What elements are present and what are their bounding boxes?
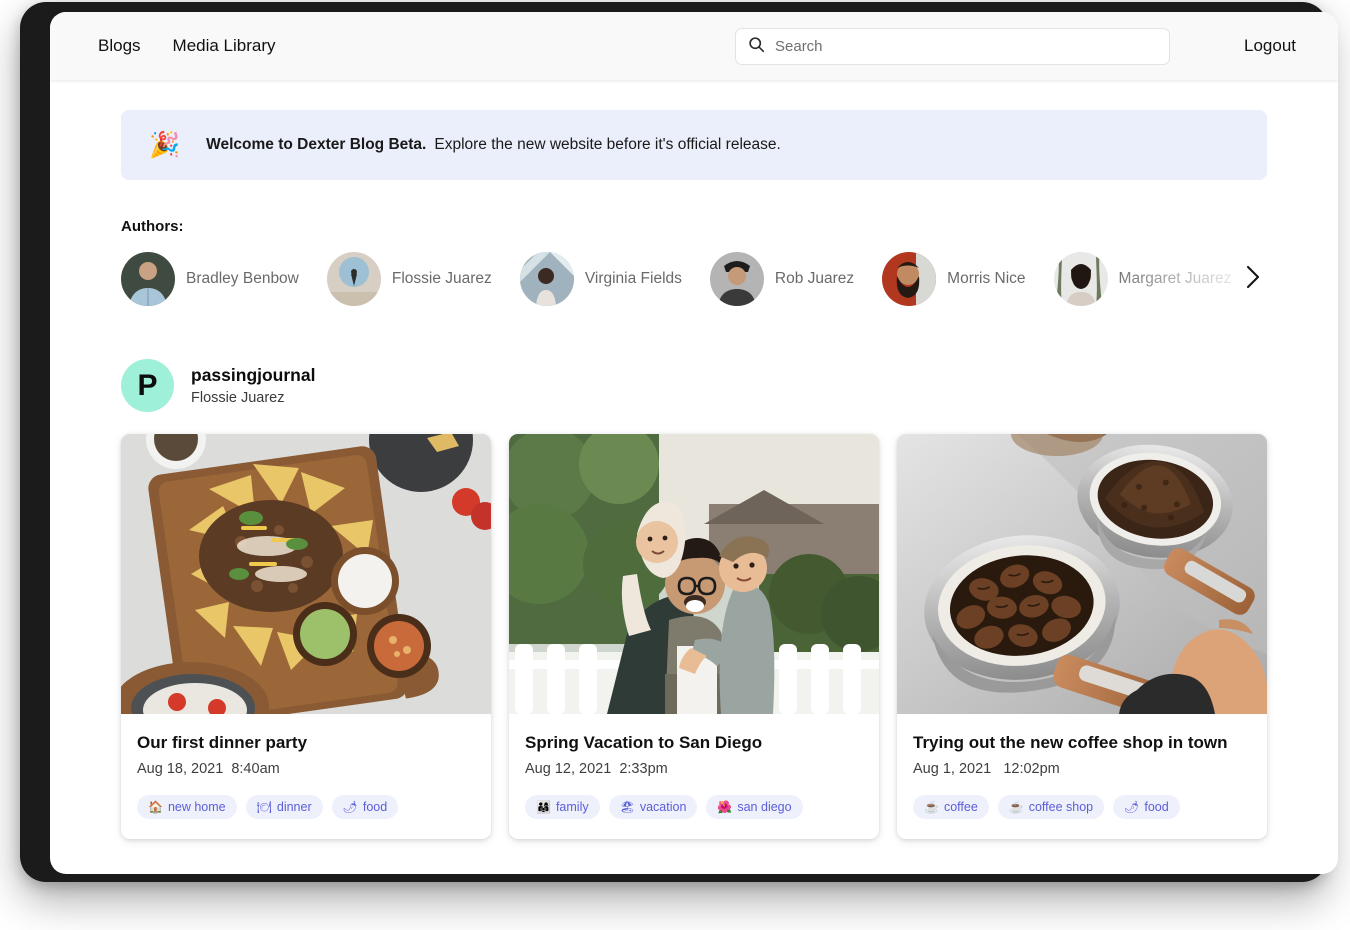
post-tag-list: 🏠 new home 🍽 dinner 🌶 food	[137, 795, 475, 820]
post-title: Our first dinner party	[137, 733, 308, 752]
author-name: Margaret Juarez	[1118, 270, 1232, 287]
tag-emoji-icon: ☕	[924, 800, 939, 815]
post-card[interactable]: Our first dinner party Aug 18, 2021 8:40…	[121, 434, 491, 840]
author-name: Rob Juarez	[774, 270, 855, 287]
banner-title: Welcome to Dexter Blog Beta.	[206, 136, 427, 153]
authors-label: Authors:	[121, 218, 184, 235]
post-date: Aug 12, 2021 2:33pm	[525, 761, 863, 777]
search-input[interactable]	[775, 38, 1157, 55]
post-tag[interactable]: 🏖 vacation	[608, 795, 698, 820]
tag-label: dinner	[276, 800, 312, 815]
author-item[interactable]: Flossie Juarez	[326, 252, 520, 306]
authors-scroll-container[interactable]: Bradley Benbow Flossie Juarez Virginia F…	[121, 252, 1267, 306]
author-item[interactable]: Margaret Juarez	[1053, 252, 1260, 306]
avatar	[326, 252, 381, 306]
author-name: Bradley Benbow	[186, 270, 299, 287]
tag-emoji-icon: 🏖	[619, 800, 635, 815]
blog-header[interactable]: P passingjournal Flossie Juarez	[121, 359, 1267, 412]
avatar	[519, 252, 574, 306]
post-time-value: 12:02pm	[1003, 761, 1060, 778]
top-navigation-bar: Blogs Media Library Logout	[50, 12, 1338, 80]
avatar	[882, 252, 937, 306]
post-card[interactable]: Spring Vacation to San Diego Aug 12, 202…	[509, 434, 879, 840]
tag-emoji-icon: 👨‍👩‍👧	[536, 800, 551, 815]
post-date-value: Aug 1, 2021	[913, 761, 992, 778]
browser-viewport: Blogs Media Library Logout 🎉	[50, 12, 1338, 874]
tag-label: coffee	[943, 800, 978, 815]
post-tag[interactable]: ☕ coffee	[913, 795, 989, 820]
post-card-body: Spring Vacation to San Diego Aug 12, 202…	[509, 714, 879, 839]
post-card-body: Trying out the new coffee shop in town A…	[897, 714, 1267, 839]
tag-emoji-icon: 🍽	[256, 800, 272, 815]
post-tag[interactable]: 🍽 dinner	[245, 795, 323, 820]
logout-button[interactable]: Logout	[1244, 36, 1296, 56]
tag-label: family	[555, 800, 589, 815]
banner-text: Welcome to Dexter Blog Beta. Explore the …	[206, 136, 781, 154]
author-item[interactable]: Morris Nice	[882, 252, 1053, 306]
post-card[interactable]: Trying out the new coffee shop in town A…	[897, 434, 1267, 840]
browser-window-frame: Blogs Media Library Logout 🎉	[20, 2, 1338, 882]
post-image-coffee	[897, 434, 1267, 714]
search-icon	[748, 36, 765, 58]
search-box[interactable]	[735, 28, 1170, 65]
tag-label: vacation	[639, 800, 687, 815]
authors-row: Bradley Benbow Flossie Juarez Virginia F…	[121, 249, 1267, 309]
post-card-body: Our first dinner party Aug 18, 2021 8:40…	[121, 714, 491, 839]
tag-label: coffee shop	[1028, 800, 1094, 815]
nav-item-media-library[interactable]: Media Library	[173, 36, 276, 56]
banner-message: Explore the new website before it's offi…	[434, 136, 781, 153]
nav-links: Blogs Media Library	[98, 36, 276, 56]
author-name: Virginia Fields	[584, 270, 682, 287]
post-title: Trying out the new coffee shop in town	[913, 733, 1228, 752]
post-tag[interactable]: 👨‍👩‍👧 family	[525, 795, 600, 820]
tag-label: san diego	[737, 800, 792, 815]
post-image-family	[509, 434, 879, 714]
post-tag[interactable]: 🌶 food	[1113, 795, 1180, 820]
post-card-list: Our first dinner party Aug 18, 2021 8:40…	[121, 434, 1267, 840]
author-name: Morris Nice	[947, 270, 1026, 287]
tag-emoji-icon: 🌶	[342, 800, 358, 815]
blog-meta: passingjournal Flossie Juarez	[191, 365, 315, 406]
nav-item-blogs[interactable]: Blogs	[98, 36, 141, 56]
avatar	[121, 252, 175, 306]
post-tag[interactable]: 🌺 san diego	[706, 795, 803, 820]
page-content: 🎉 Welcome to Dexter Blog Beta. Explore th…	[50, 110, 1338, 840]
post-title: Spring Vacation to San Diego	[525, 733, 763, 752]
post-date: Aug 1, 2021 12:02pm	[913, 761, 1251, 777]
author-item[interactable]: Virginia Fields	[519, 252, 710, 306]
post-tag[interactable]: ☕ coffee shop	[997, 795, 1105, 820]
post-image-nachos	[121, 434, 491, 714]
avatar	[1053, 252, 1108, 306]
tag-emoji-icon: ☕	[1008, 800, 1024, 815]
authors-next-button[interactable]	[1239, 259, 1267, 299]
chevron-right-icon	[1244, 264, 1262, 295]
author-item[interactable]: Bradley Benbow	[121, 252, 327, 306]
tag-emoji-icon: 🌶	[1124, 800, 1140, 815]
tag-label: food	[1144, 800, 1169, 815]
post-time-value: 2:33pm	[619, 761, 668, 778]
tag-emoji-icon: 🌺	[717, 800, 733, 815]
post-date: Aug 18, 2021 8:40am	[137, 761, 475, 777]
avatar	[709, 252, 764, 306]
tag-label: food	[362, 800, 388, 815]
party-popper-icon: 🎉	[149, 130, 181, 159]
author-item[interactable]: Rob Juarez	[709, 252, 882, 306]
blog-author: Flossie Juarez	[191, 390, 285, 406]
post-time-value: 8:40am	[231, 761, 280, 778]
post-tag[interactable]: 🌶 food	[331, 795, 399, 820]
blog-title: passingjournal	[191, 365, 316, 385]
author-name: Flossie Juarez	[391, 270, 492, 287]
post-tag-list: 👨‍👩‍👧 family 🏖 vacation 🌺 san diego	[525, 795, 863, 820]
post-tag[interactable]: 🏠 new home	[137, 795, 237, 820]
blog-avatar: P	[121, 359, 174, 412]
tag-emoji-icon: 🏠	[148, 800, 163, 815]
post-date-value: Aug 12, 2021	[525, 761, 612, 778]
post-tag-list: ☕ coffee ☕ coffee shop 🌶 food	[913, 795, 1251, 820]
welcome-banner: 🎉 Welcome to Dexter Blog Beta. Explore th…	[121, 110, 1267, 180]
post-date-value: Aug 18, 2021	[137, 761, 224, 778]
tag-label: new home	[167, 800, 226, 815]
